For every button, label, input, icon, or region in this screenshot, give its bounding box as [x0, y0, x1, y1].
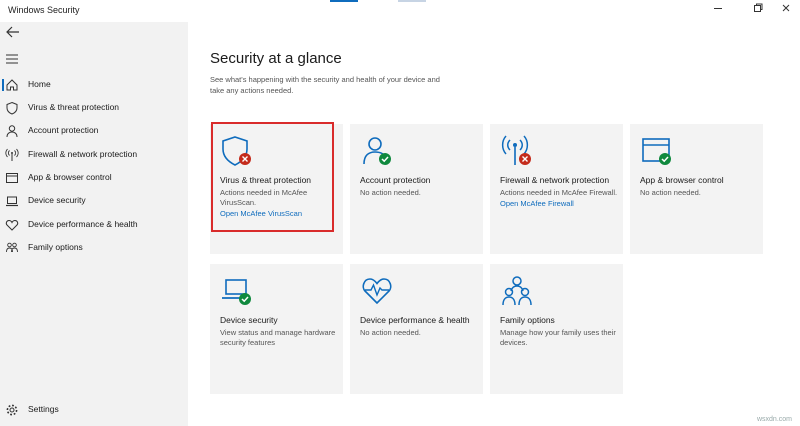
title-accent-line: [330, 0, 358, 2]
person-ok-icon: [360, 134, 394, 168]
sidebar-item-virus-threat-protection[interactable]: Virus & threat protection: [0, 97, 188, 119]
maximize-icon[interactable]: [746, 3, 770, 19]
antenna-error-icon: [500, 134, 534, 168]
back-arrow-icon[interactable]: [6, 25, 22, 39]
family-icon: [500, 274, 534, 308]
sidebar-item-home[interactable]: Home: [0, 74, 188, 96]
minimize-icon[interactable]: [706, 3, 730, 19]
hamburger-menu-icon[interactable]: [6, 51, 20, 64]
sidebar-item-family-options[interactable]: Family options: [0, 237, 188, 259]
sidebar-item-settings[interactable]: Settings: [0, 399, 188, 421]
tile-status: Actions needed in McAfee Firewall.: [500, 188, 618, 197]
tile-title: Firewall & network protection: [500, 175, 610, 185]
tile-status: No action needed.: [360, 328, 421, 337]
tile-family-options[interactable]: Family options Manage how your family us…: [490, 264, 623, 394]
sidebar-item-account-protection[interactable]: Account protection: [0, 120, 188, 142]
tile-device-performance-health[interactable]: Device performance & health No action ne…: [350, 264, 483, 394]
tile-account-protection[interactable]: Account protection No action needed.: [350, 124, 483, 254]
highlight-box: [211, 122, 334, 232]
tile-app-browser-control[interactable]: App & browser control No action needed.: [630, 124, 763, 254]
shield-icon: [5, 101, 19, 115]
sidebar-item-label: Firewall & network protection: [28, 149, 138, 159]
browser-window-icon: [5, 171, 19, 185]
sidebar-item-firewall-network-protection[interactable]: Firewall & network protection: [0, 144, 188, 166]
close-icon[interactable]: [774, 3, 798, 19]
laptop-icon: [5, 194, 19, 208]
page-title: Security at a glance: [210, 50, 342, 67]
tile-firewall-network-protection[interactable]: Firewall & network protection Actions ne…: [490, 124, 623, 254]
tile-body: Device security View status and manage h…: [220, 315, 338, 348]
sidebar-item-label: Family options: [28, 242, 83, 252]
sidebar-item-device-performance-health[interactable]: Device performance & health: [0, 214, 188, 236]
tile-body: Device performance & health No action ne…: [360, 315, 478, 338]
sidebar-item-label: App & browser control: [28, 172, 112, 182]
heart-icon: [5, 218, 19, 232]
main-content: Security at a glance See what's happenin…: [188, 22, 800, 426]
sidebar-item-label: Device security: [28, 195, 86, 205]
sidebar: Home Virus & threat protection Account p…: [0, 22, 188, 426]
tile-title: Device security: [220, 315, 278, 325]
tile-body: App & browser control No action needed.: [640, 175, 758, 198]
laptop-ok-icon: [220, 274, 254, 308]
sidebar-item-label: Device performance & health: [28, 219, 138, 229]
tile-body: Account protection No action needed.: [360, 175, 478, 198]
tile-body: Family options Manage how your family us…: [500, 315, 618, 348]
sidebar-item-label: Settings: [28, 404, 59, 414]
tile-device-security[interactable]: Device security View status and manage h…: [210, 264, 343, 394]
title-accent-line: [398, 0, 426, 2]
person-icon: [5, 124, 19, 138]
tile-body: Firewall & network protection Actions ne…: [500, 175, 618, 209]
page-description: See what's happening with the security a…: [210, 75, 440, 95]
active-indicator: [2, 79, 4, 91]
antenna-icon: [5, 148, 19, 162]
title-bar: Windows Security: [0, 0, 800, 22]
sidebar-item-label: Account protection: [28, 125, 99, 135]
tile-title: Family options: [500, 315, 555, 325]
family-icon: [5, 241, 19, 255]
tile-title: Account protection: [360, 175, 431, 185]
sidebar-item-app-browser-control[interactable]: App & browser control: [0, 167, 188, 189]
watermark: wsxdn.com: [756, 416, 792, 423]
tile-status: No action needed.: [360, 188, 421, 197]
home-icon: [5, 78, 19, 92]
open-mcafee-firewall-link[interactable]: Open McAfee Firewall: [500, 199, 618, 209]
sidebar-item-device-security[interactable]: Device security: [0, 190, 188, 212]
tile-status: No action needed.: [640, 188, 701, 197]
browser-ok-icon: [640, 134, 674, 168]
sidebar-item-label: Virus & threat protection: [28, 102, 120, 112]
heart-pulse-icon: [360, 274, 394, 308]
sidebar-item-label: Home: [28, 79, 51, 89]
window-title: Windows Security: [8, 5, 80, 15]
tile-title: App & browser control: [640, 175, 724, 185]
tile-title: Device performance & health: [360, 315, 470, 325]
tile-status: View status and manage hardware security…: [220, 328, 336, 347]
tile-status: Manage how your family uses their device…: [500, 328, 616, 347]
gear-icon: [5, 403, 19, 417]
